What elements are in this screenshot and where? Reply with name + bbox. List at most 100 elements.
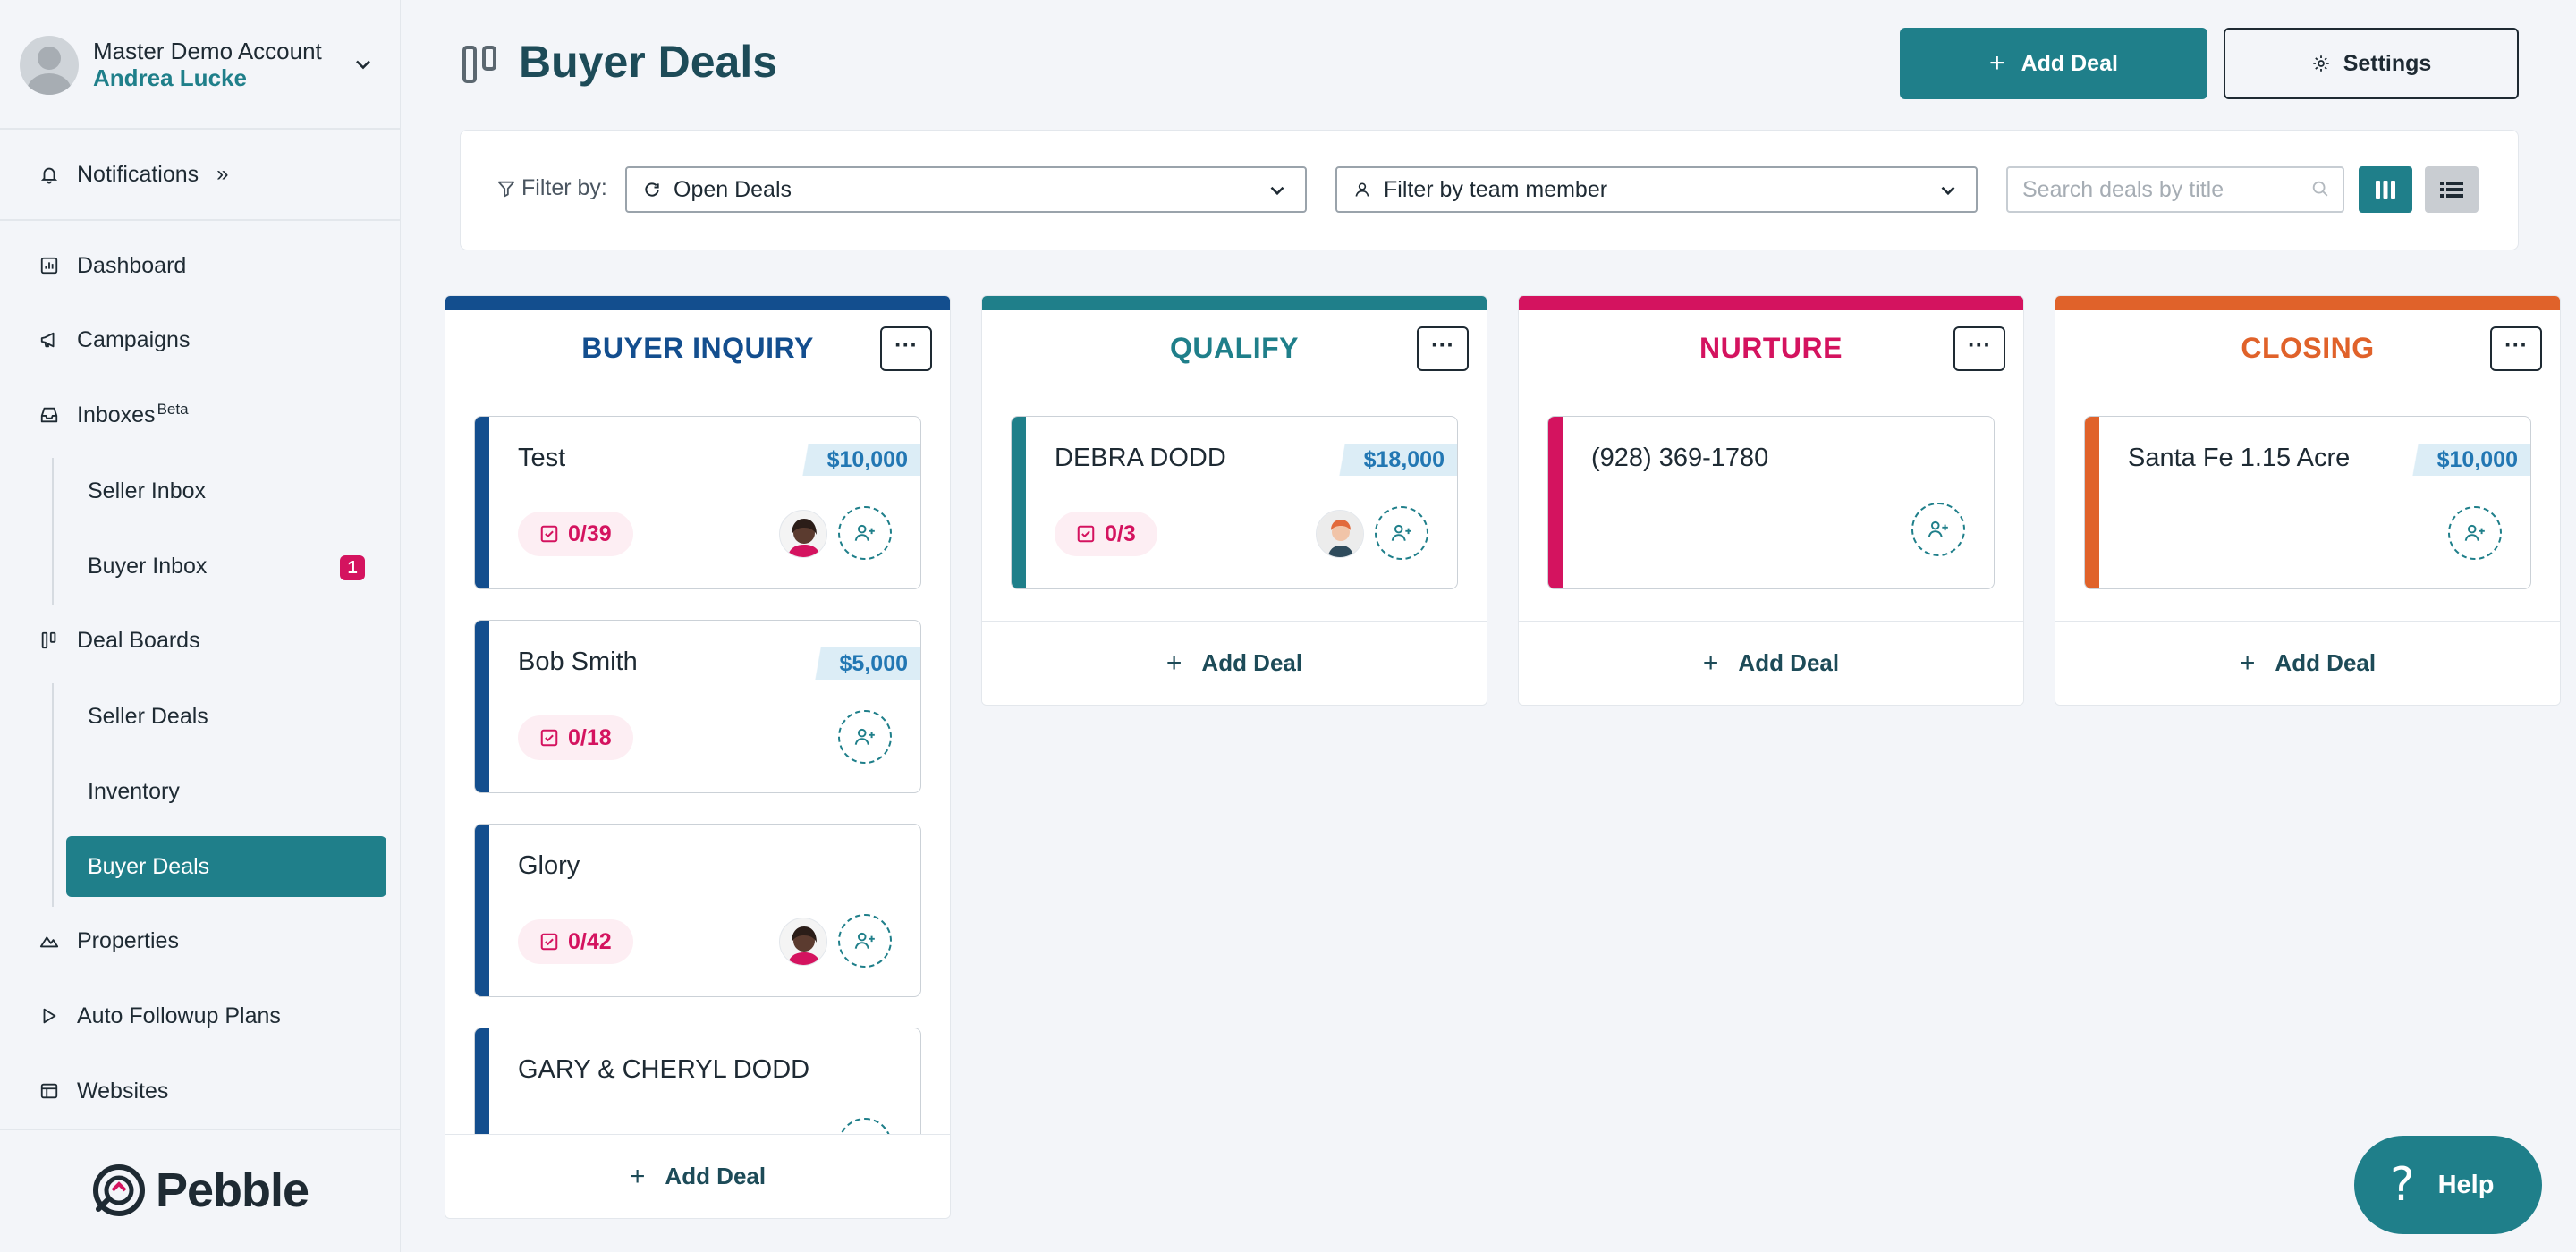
board-view-toggle[interactable]: [2359, 166, 2412, 213]
user-plus-icon: [854, 728, 875, 745]
assigned-member-avatar[interactable]: [779, 510, 827, 558]
chevron-down-icon[interactable]: [351, 52, 376, 77]
sidebar-item-campaigns[interactable]: Campaigns: [0, 313, 401, 367]
add-deal-label: Add Deal: [665, 1163, 767, 1189]
sidebar-item-inventory[interactable]: Inventory: [66, 761, 386, 822]
add-deal-to-column-button[interactable]: + Add Deal: [982, 621, 1487, 705]
beta-label: Beta: [157, 401, 189, 418]
settings-button[interactable]: Settings: [2224, 28, 2519, 99]
user-icon: [1353, 181, 1371, 199]
sidebar-item-seller-deals[interactable]: Seller Deals: [66, 686, 386, 747]
double-chevron-right-icon[interactable]: »: [216, 162, 228, 187]
account-switcher[interactable]: Master Demo Account Andrea Lucke: [20, 34, 386, 97]
deal-card[interactable]: Bob Smith $5,000 0/18: [474, 620, 921, 793]
add-deal-to-column-button[interactable]: + Add Deal: [2055, 621, 2560, 705]
member-avatar-icon: [1317, 511, 1363, 557]
column-cards: Santa Fe 1.15 Acre $10,000: [2055, 385, 2560, 621]
column-color-bar: [445, 296, 950, 310]
team-member-select[interactable]: Filter by team member: [1335, 166, 1978, 213]
list-view-toggle[interactable]: [2425, 166, 2479, 213]
assigned-member-avatar[interactable]: [1316, 510, 1364, 558]
assign-member-button[interactable]: [838, 914, 892, 968]
sidebar-item-label: Deal Boards: [77, 627, 200, 653]
sidebar-item-label: Websites: [77, 1078, 169, 1104]
deal-price-tag: $10,000: [794, 444, 920, 476]
deal-card[interactable]: Test $10,000 0/39: [474, 416, 921, 589]
checkbox-icon: [1077, 525, 1095, 543]
sidebar-item-websites[interactable]: Websites: [0, 1064, 401, 1118]
card-color-stripe: [1012, 417, 1026, 588]
sidebar-item-label: Seller Inbox: [88, 478, 207, 503]
deal-price-tag: $18,000: [1331, 444, 1457, 476]
board-icon: [38, 629, 61, 652]
bell-icon: [38, 163, 61, 186]
deal-title: Test: [518, 444, 566, 472]
deal-title: Santa Fe 1.15 Acre: [2128, 444, 2351, 472]
assign-member-button[interactable]: [838, 710, 892, 764]
deal-column: CLOSING ··· Santa Fe 1.15 Acre $10,000 + Add …: [2055, 295, 2561, 706]
task-count: 0/42: [568, 928, 612, 954]
sidebar-item-properties[interactable]: Properties: [0, 914, 401, 968]
more-horizontal-icon: ···: [894, 331, 918, 358]
task-progress-badge[interactable]: 0/42: [518, 919, 633, 964]
column-menu-button[interactable]: ···: [1417, 326, 1469, 371]
column-cards: (928) 369-1780: [1519, 385, 2023, 621]
sidebar-item-seller-inbox[interactable]: Seller Inbox: [66, 461, 386, 521]
user-plus-icon: [854, 932, 875, 949]
deal-card[interactable]: DEBRA DODD $18,000 0/3: [1011, 416, 1458, 589]
column-cards: DEBRA DODD $18,000 0/3: [982, 385, 1487, 621]
task-progress-badge[interactable]: 0/3: [1055, 512, 1157, 556]
task-progress-badge[interactable]: 0/18: [518, 715, 633, 760]
deal-card[interactable]: Santa Fe 1.15 Acre $10,000: [2084, 416, 2531, 589]
deal-card[interactable]: (928) 369-1780: [1547, 416, 1995, 589]
deal-price-tag: $10,000: [2404, 444, 2530, 476]
deal-status-value: Open Deals: [674, 176, 792, 202]
chevron-down-icon: [1941, 186, 1955, 196]
column-menu-button[interactable]: ···: [1953, 326, 2005, 371]
deal-card[interactable]: GARY & CHERYL DODD: [474, 1028, 921, 1134]
assign-member-button[interactable]: [1375, 506, 1428, 560]
deal-card[interactable]: Glory 0/42: [474, 824, 921, 997]
play-icon: [38, 1004, 61, 1028]
search-icon[interactable]: [2310, 179, 2330, 199]
task-progress-badge[interactable]: 0/39: [518, 512, 633, 556]
list-icon: [2440, 182, 2463, 198]
sidebar-item-notifications[interactable]: Notifications »: [0, 148, 401, 201]
sidebar-item-dashboard[interactable]: Dashboard: [0, 239, 401, 292]
sidebar-item-auto-followup[interactable]: Auto Followup Plans: [0, 989, 401, 1043]
sidebar-item-deal-boards[interactable]: Deal Boards: [0, 613, 401, 667]
add-deal-button[interactable]: + Add Deal: [1900, 28, 2207, 99]
help-button[interactable]: ? Help: [2354, 1136, 2542, 1234]
sidebar-item-label: Seller Deals: [88, 703, 208, 729]
add-deal-to-column-button[interactable]: + Add Deal: [445, 1134, 950, 1218]
sidebar-item-label: Dashboard: [77, 252, 187, 278]
sidebar: Master Demo Account Andrea Lucke Notific…: [0, 0, 401, 1252]
column-menu-button[interactable]: ···: [880, 326, 932, 371]
search-input[interactable]: [2022, 176, 2291, 203]
member-avatar-icon: [780, 511, 826, 557]
card-color-stripe: [475, 417, 489, 588]
assign-member-button[interactable]: [838, 1118, 892, 1134]
refresh-icon: [643, 181, 661, 199]
column-menu-button[interactable]: ···: [2490, 326, 2542, 371]
megaphone-icon: [38, 328, 61, 351]
plus-icon: +: [1702, 647, 1719, 678]
card-color-stripe: [475, 621, 489, 792]
assign-member-button[interactable]: [2448, 506, 2502, 560]
mountain-icon: [38, 929, 61, 952]
add-deal-to-column-button[interactable]: + Add Deal: [1519, 621, 2023, 705]
add-deal-label: Add Deal: [2275, 649, 2377, 676]
sidebar-item-label: Properties: [77, 927, 179, 953]
sidebar-item-buyer-inbox[interactable]: Buyer Inbox 1: [66, 536, 386, 596]
avatar: [20, 36, 79, 95]
question-icon: ?: [2390, 1158, 2415, 1212]
assigned-member-avatar[interactable]: [779, 918, 827, 966]
sidebar-item-buyer-deals[interactable]: Buyer Deals: [66, 836, 386, 897]
assign-member-button[interactable]: [838, 506, 892, 560]
column-title: CLOSING: [2241, 332, 2375, 364]
page-title: Buyer Deals: [519, 37, 778, 87]
sidebar-item-inboxes[interactable]: Inboxes Beta: [0, 388, 401, 442]
team-member-value: Filter by team member: [1384, 176, 1608, 202]
deal-status-select[interactable]: Open Deals: [625, 166, 1307, 213]
assign-member-button[interactable]: [1911, 503, 1965, 556]
